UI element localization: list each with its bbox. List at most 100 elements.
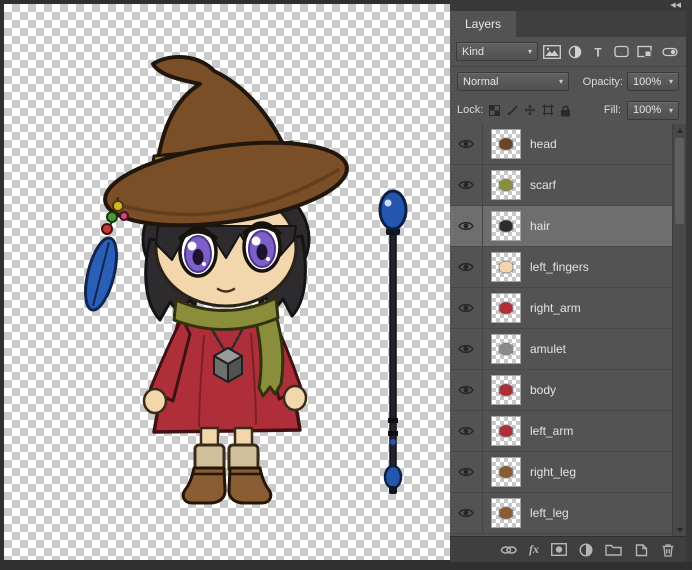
layer-row-head[interactable]: head: [450, 124, 672, 165]
layer-name: amulet: [530, 342, 567, 356]
layer-style-button[interactable]: fx: [529, 542, 539, 557]
new-group-icon[interactable]: [605, 543, 622, 556]
layer-row-body[interactable]: body: [450, 370, 672, 411]
layer-visibility-toggle[interactable]: [450, 206, 483, 246]
layer-visibility-toggle[interactable]: [450, 288, 483, 328]
lock-fill-row: Lock: Fill: 100% ▾: [450, 96, 686, 124]
adjustment-filter-icon[interactable]: [565, 43, 585, 61]
svg-text:T: T: [594, 45, 602, 59]
layer-thumbnail[interactable]: [491, 416, 521, 446]
layer-name: left_fingers: [530, 260, 589, 274]
layer-thumbnail[interactable]: [491, 129, 521, 159]
add-layer-mask-icon[interactable]: [551, 543, 567, 556]
layer-row-right-arm[interactable]: right_arm: [450, 288, 672, 329]
eye-icon: [458, 262, 474, 272]
beads-feather-group: [84, 197, 129, 312]
lock-artboard-icon[interactable]: [542, 104, 554, 116]
chevron-down-icon: ▾: [558, 77, 563, 86]
photoshop-window: ◀◀ Layers Kind ▾ T Normal ▾ Opacity: 100…: [0, 0, 692, 570]
layer-thumbnail[interactable]: [491, 252, 521, 282]
layer-name: body: [530, 383, 557, 397]
eye-icon: [458, 385, 474, 395]
scroll-track[interactable]: [673, 136, 686, 524]
layer-thumbnail[interactable]: [491, 170, 521, 200]
scroll-down-button[interactable]: [673, 524, 686, 536]
layer-row-right-leg[interactable]: right_leg: [450, 452, 672, 493]
layer-thumbnail[interactable]: [491, 498, 521, 528]
layer-row-left-fingers[interactable]: left_fingers: [450, 247, 672, 288]
layer-row-hair[interactable]: hair: [450, 206, 672, 247]
lock-all-icon[interactable]: [560, 104, 571, 117]
layer-visibility-toggle[interactable]: [450, 247, 483, 287]
layer-visibility-toggle[interactable]: [450, 124, 483, 164]
pixel-filter-icon[interactable]: [542, 43, 562, 61]
eye-icon: [458, 180, 474, 190]
tab-layers[interactable]: Layers: [450, 11, 517, 37]
layer-list-scrollbar[interactable]: [672, 124, 686, 536]
eye-icon: [458, 508, 474, 518]
opacity-value: 100%: [633, 75, 662, 88]
layer-thumb-blob: [499, 138, 513, 150]
lock-image-pixels-icon[interactable]: [506, 104, 518, 116]
layer-thumb-blob: [499, 425, 513, 437]
layer-thumb-blob: [499, 384, 513, 396]
layer-thumb-blob: [499, 302, 513, 314]
layer-visibility-toggle[interactable]: [450, 370, 483, 410]
opacity-select[interactable]: 100% ▾: [627, 72, 679, 91]
new-adjustment-layer-icon[interactable]: [579, 542, 593, 557]
eye-icon: [458, 139, 474, 149]
blend-opacity-row: Normal ▾ Opacity: 100% ▾: [450, 67, 686, 96]
scroll-thumb[interactable]: [675, 138, 684, 224]
layer-row-left-arm[interactable]: left_arm: [450, 411, 672, 452]
collapse-panels-icon[interactable]: ◀◀: [670, 2, 681, 9]
layers-panel-footer: fx: [450, 536, 686, 562]
layer-thumb-blob: [499, 343, 513, 355]
layer-list: head scarf hair left_fingers right_arm a…: [450, 124, 686, 536]
layer-thumbnail[interactable]: [491, 293, 521, 323]
layer-thumbnail[interactable]: [491, 334, 521, 364]
staff-group: [378, 189, 408, 494]
character-artwork: [84, 55, 408, 505]
layer-thumbnail[interactable]: [491, 457, 521, 487]
hat-group: [103, 55, 349, 228]
type-filter-icon[interactable]: T: [588, 43, 608, 61]
scroll-up-button[interactable]: [673, 124, 686, 136]
layer-name: left_arm: [530, 424, 574, 438]
lock-transparent-pixels-icon[interactable]: [489, 104, 501, 116]
layer-visibility-toggle[interactable]: [450, 452, 483, 492]
layer-visibility-toggle[interactable]: [450, 165, 483, 205]
panel-tab-bar: Layers: [450, 11, 686, 37]
fill-select[interactable]: 100% ▾: [627, 100, 679, 120]
layer-rows: head scarf hair left_fingers right_arm a…: [450, 124, 672, 534]
link-layers-icon[interactable]: [500, 544, 517, 556]
layer-name: left_leg: [530, 506, 569, 520]
triangle-down-icon: [676, 527, 683, 533]
layer-visibility-toggle[interactable]: [450, 329, 483, 369]
layer-thumbnail[interactable]: [491, 375, 521, 405]
layer-row-scarf[interactable]: scarf: [450, 165, 672, 206]
new-layer-icon[interactable]: [634, 543, 649, 557]
filter-kind-label: Kind: [462, 45, 485, 58]
blend-mode-select[interactable]: Normal ▾: [457, 72, 569, 91]
document-canvas[interactable]: [4, 4, 450, 560]
layer-filter-row: Kind ▾ T: [450, 37, 686, 67]
layer-name: scarf: [530, 178, 557, 192]
lock-position-icon[interactable]: [524, 104, 536, 116]
layer-visibility-toggle[interactable]: [450, 493, 483, 533]
layer-row-left-leg[interactable]: left_leg: [450, 493, 672, 534]
boots-group: [181, 466, 273, 505]
layer-thumb-blob: [499, 466, 513, 478]
layer-name: right_arm: [530, 301, 581, 315]
shape-filter-icon[interactable]: [611, 43, 631, 61]
layer-thumbnail[interactable]: [491, 211, 521, 241]
triangle-up-icon: [676, 127, 683, 133]
filter-kind-select[interactable]: Kind ▾: [456, 42, 538, 61]
layer-thumb-blob: [499, 261, 513, 273]
delete-layer-icon[interactable]: [661, 543, 675, 557]
filter-type-buttons: T: [542, 43, 654, 61]
blend-mode-value: Normal: [463, 75, 499, 88]
layer-filtering-toggle-icon[interactable]: [660, 43, 680, 61]
smart-object-filter-icon[interactable]: [634, 43, 654, 61]
layer-visibility-toggle[interactable]: [450, 411, 483, 451]
layer-row-amulet[interactable]: amulet: [450, 329, 672, 370]
